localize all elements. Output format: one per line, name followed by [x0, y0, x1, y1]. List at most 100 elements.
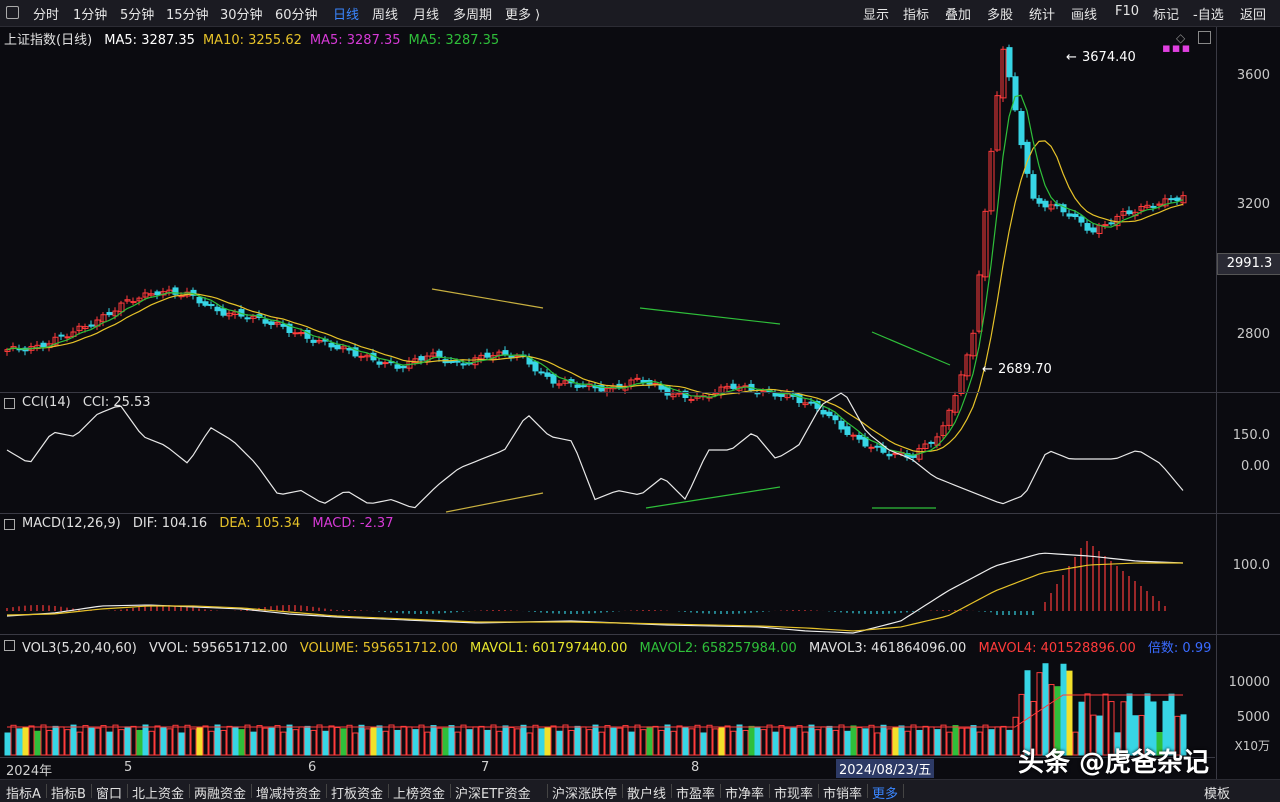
volume-bar [694, 724, 701, 756]
pane-maximize-icon[interactable] [1198, 31, 1211, 44]
candle-body [580, 385, 587, 388]
candlestick-chart[interactable] [0, 27, 1215, 462]
indicator-tab-5[interactable]: 增减持资金 [256, 783, 321, 802]
tab-separator [91, 784, 92, 798]
candle-body [454, 360, 461, 363]
volume-pane[interactable]: VOL3(5,20,40,60) VVOL: 595651712.00 VOLU… [0, 635, 1215, 757]
candle-body [154, 291, 161, 296]
volume-bar [226, 725, 233, 756]
period-tab-0[interactable]: 分时 [33, 4, 59, 23]
volume-bar [424, 731, 431, 756]
volume-bar [772, 731, 779, 756]
indicator-dots-icon: ▪▪▪ [1162, 41, 1192, 56]
toolbar-button-7[interactable]: 标记 [1153, 4, 1179, 23]
toolbar-button-0[interactable]: 显示 [863, 4, 889, 23]
indicator-tab-8[interactable]: 沪深ETF资金 [455, 783, 531, 802]
toolbar-button-9[interactable]: 返回 [1240, 4, 1266, 23]
period-tab-5[interactable]: 60分钟 [275, 4, 318, 23]
period-tab-10[interactable]: 更多 ⟩ [505, 4, 540, 23]
volume-bar [274, 725, 281, 756]
volume-bar [142, 724, 149, 756]
indicator-tab-6[interactable]: 打板资金 [331, 783, 383, 802]
volume-bar [760, 729, 767, 756]
template-button[interactable]: 模板 [1204, 783, 1230, 802]
volume-bar [1000, 725, 1007, 756]
high-price-label: 3674.40 [1082, 50, 1136, 65]
candle-body [1072, 213, 1079, 218]
indicator-tab-2[interactable]: 窗口 [96, 783, 122, 802]
tab-separator [769, 784, 770, 798]
indicator-tab-7[interactable]: 上榜资金 [393, 783, 445, 802]
bottom-indicator-bar: 指标A 指标B 窗口 北上资金 两融资金 增减持资金 打板资金 上榜资金 沪深ETF资金 沪深涨跌… [0, 779, 1280, 802]
window-menu-icon[interactable] [6, 6, 19, 19]
candle-body [346, 348, 353, 351]
candle-body [1018, 111, 1025, 146]
volume-bar [868, 724, 875, 756]
price-axis: 3600 3200 2800 2991.3 [1217, 27, 1280, 393]
indicator-tab-1[interactable]: 指标B [51, 783, 86, 802]
candle-body [1126, 210, 1133, 215]
candle-body [58, 334, 65, 337]
volume-bar [964, 727, 971, 756]
candle-body [1036, 198, 1043, 204]
tab-separator [720, 784, 721, 798]
indicator-tab-15[interactable]: 更多 [872, 783, 898, 802]
toolbar-button-3[interactable]: 多股 [987, 4, 1013, 23]
period-tab-3[interactable]: 15分钟 [166, 4, 209, 23]
indicator-tab-13[interactable]: 市现率 [774, 783, 813, 802]
tab-separator [127, 784, 128, 798]
indicator-tab-12[interactable]: 市净率 [725, 783, 764, 802]
indicator-tab-3[interactable]: 北上资金 [132, 783, 184, 802]
indicator-tab-14[interactable]: 市销率 [823, 783, 862, 802]
indicator-tab-0[interactable]: 指标A [6, 783, 41, 802]
candle-body [460, 363, 467, 366]
toolbar-button-8[interactable]: -自选 [1193, 4, 1224, 23]
price-pane[interactable]: 上证指数(日线) MA5: 3287.35 MA10: 3255.62 MA5: 3… [0, 27, 1215, 462]
period-tab-4[interactable]: 30分钟 [220, 4, 263, 23]
macd-chart[interactable] [0, 514, 1215, 634]
volume-bar [826, 725, 833, 756]
indicator-tab-11[interactable]: 市盈率 [676, 783, 715, 802]
volume-bar [568, 729, 575, 756]
indicator-tab-10[interactable]: 散户线 [627, 783, 666, 802]
candle-body [88, 324, 95, 327]
period-tab-2[interactable]: 5分钟 [120, 4, 154, 23]
volume-bar [166, 728, 173, 756]
volume-bar [100, 725, 107, 756]
volume-bar [712, 728, 719, 756]
period-tab-1[interactable]: 1分钟 [73, 4, 107, 23]
volume-bar [610, 727, 617, 756]
toolbar-button-1[interactable]: 指标 [903, 4, 929, 23]
cci-chart[interactable] [0, 392, 1215, 513]
period-tab-6[interactable]: 日线 [333, 4, 359, 23]
macd-pane[interactable]: MACD(12,26,9) DIF: 104.16 DEA: 105.34 MA… [0, 514, 1215, 634]
cci-pane[interactable]: CCI(14) CCI: 25.53 [0, 392, 1215, 513]
volume-bar [460, 724, 467, 756]
volume-bar [814, 729, 821, 756]
volume-bar [88, 727, 95, 756]
date-label-jun: 6 [308, 760, 317, 775]
macd-axis: 100.0 [1217, 514, 1280, 634]
low-arrow-icon: ← [982, 362, 993, 377]
candle-body [244, 317, 251, 320]
period-tab-9[interactable]: 多周期 [453, 4, 492, 23]
toolbar-button-5[interactable]: 画线 [1071, 4, 1097, 23]
candle-body [538, 371, 545, 374]
volume-bar [928, 726, 935, 756]
indicator-tab-4[interactable]: 两融资金 [194, 783, 246, 802]
volume-bar [520, 724, 527, 756]
volume-chart[interactable] [0, 635, 1215, 757]
toolbar-button-2[interactable]: 叠加 [945, 4, 971, 23]
indicator-tab-9[interactable]: 沪深涨跌停 [552, 783, 617, 802]
volume-bar [52, 725, 59, 756]
period-tab-7[interactable]: 周线 [372, 4, 398, 23]
toolbar-button-6[interactable]: F10 [1115, 4, 1139, 19]
period-tab-8[interactable]: 月线 [413, 4, 439, 23]
volume-bar [988, 729, 995, 756]
volume-bar [172, 724, 179, 756]
volume-bar [202, 725, 209, 756]
candle-body [574, 384, 581, 388]
candle-body [1168, 198, 1175, 201]
volume-bar [706, 724, 713, 756]
toolbar-button-4[interactable]: 统计 [1029, 4, 1055, 23]
